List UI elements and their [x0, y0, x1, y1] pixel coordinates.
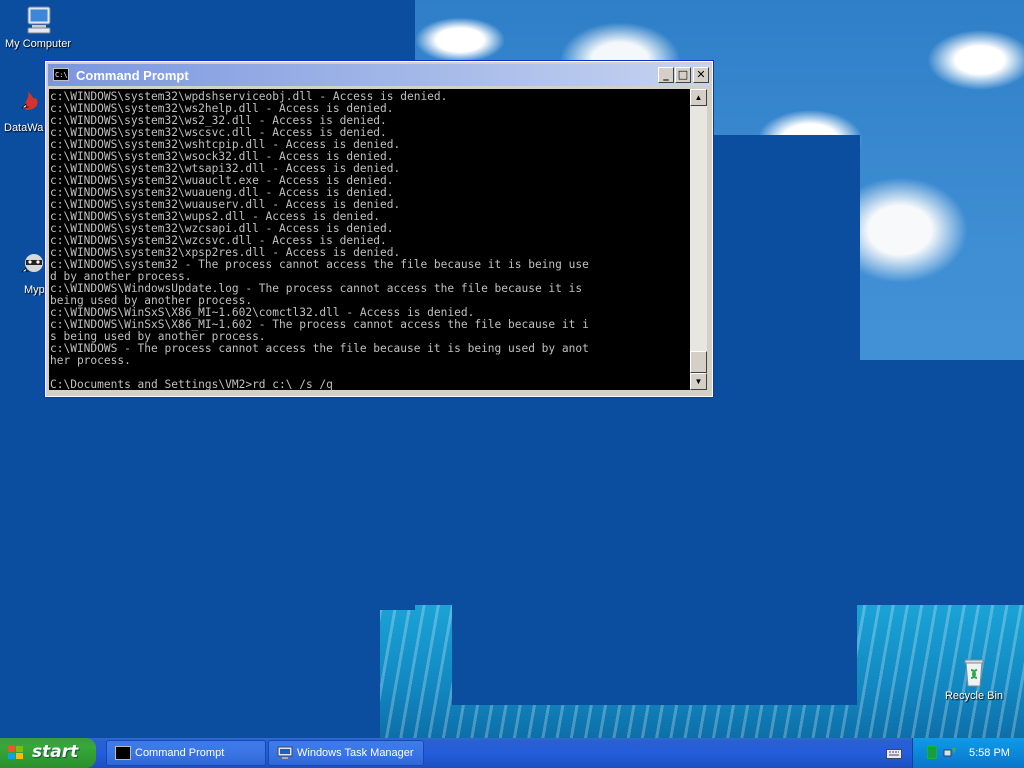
- task-manager-icon: [277, 746, 293, 760]
- taskbar-item-label: Windows Task Manager: [297, 747, 414, 759]
- keyboard-icon[interactable]: [886, 747, 902, 759]
- desktop-icon-myp[interactable]: Myp: [0, 250, 44, 296]
- desktop-icon-label: Myp: [24, 284, 44, 296]
- wallpaper-artifact: [855, 360, 1024, 605]
- close-button[interactable]: ✕: [693, 67, 709, 83]
- scroll-up-arrow-icon[interactable]: ▲: [690, 89, 707, 106]
- wallpaper-artifact: [452, 600, 857, 705]
- flame-app-icon: [20, 88, 44, 120]
- scroll-thumb[interactable]: [690, 351, 707, 373]
- clock[interactable]: 5:58 PM: [969, 747, 1010, 759]
- taskbar-item-task-manager[interactable]: Windows Task Manager: [268, 740, 424, 766]
- taskbar-item-command-prompt[interactable]: Command Prompt: [106, 740, 266, 766]
- maximize-button[interactable]: □: [675, 67, 691, 83]
- desktop-icon-label: My Computer: [4, 38, 72, 50]
- command-prompt-window[interactable]: C:\ Command Prompt _ □ ✕ c:\WINDOWS\syst…: [44, 60, 714, 398]
- desktop-icon-my-computer[interactable]: My Computer: [0, 4, 76, 50]
- window-title-bar[interactable]: C:\ Command Prompt _ □ ✕: [48, 64, 710, 86]
- desktop-icon-recycle-bin[interactable]: Recycle Bin: [936, 656, 1012, 702]
- minimize-button[interactable]: _: [658, 67, 674, 83]
- taskbar: start Command Prompt Windows Task Manage…: [0, 738, 1024, 768]
- raccoon-app-icon: [20, 250, 44, 282]
- windows-logo-icon: [8, 746, 24, 760]
- scroll-down-arrow-icon[interactable]: ▼: [690, 373, 707, 390]
- my-computer-icon: [22, 4, 54, 36]
- desktop-icon-datawa[interactable]: DataWa: [0, 88, 44, 134]
- window-title: Command Prompt: [76, 68, 189, 83]
- cmd-icon: C:\: [53, 68, 69, 81]
- console-text: c:\WINDOWS\system32\wpdshserviceobj.dll …: [50, 90, 589, 391]
- desktop-icon-label: Recycle Bin: [944, 690, 1004, 702]
- desktop-icon-label: DataWa: [4, 122, 44, 134]
- start-button[interactable]: start: [0, 738, 96, 768]
- start-label: start: [32, 742, 79, 762]
- vertical-scrollbar[interactable]: ▲ ▼: [690, 89, 707, 390]
- console-output[interactable]: c:\WINDOWS\system32\wpdshserviceobj.dll …: [49, 89, 690, 390]
- cmd-icon: [115, 746, 131, 760]
- recycle-bin-icon: [958, 656, 990, 688]
- system-tray: 5:58 PM: [912, 738, 1024, 768]
- tray-app-icon[interactable]: [927, 746, 937, 759]
- wallpaper-artifact: [700, 135, 860, 605]
- taskbar-item-label: Command Prompt: [135, 747, 225, 759]
- network-icon[interactable]: [943, 746, 957, 760]
